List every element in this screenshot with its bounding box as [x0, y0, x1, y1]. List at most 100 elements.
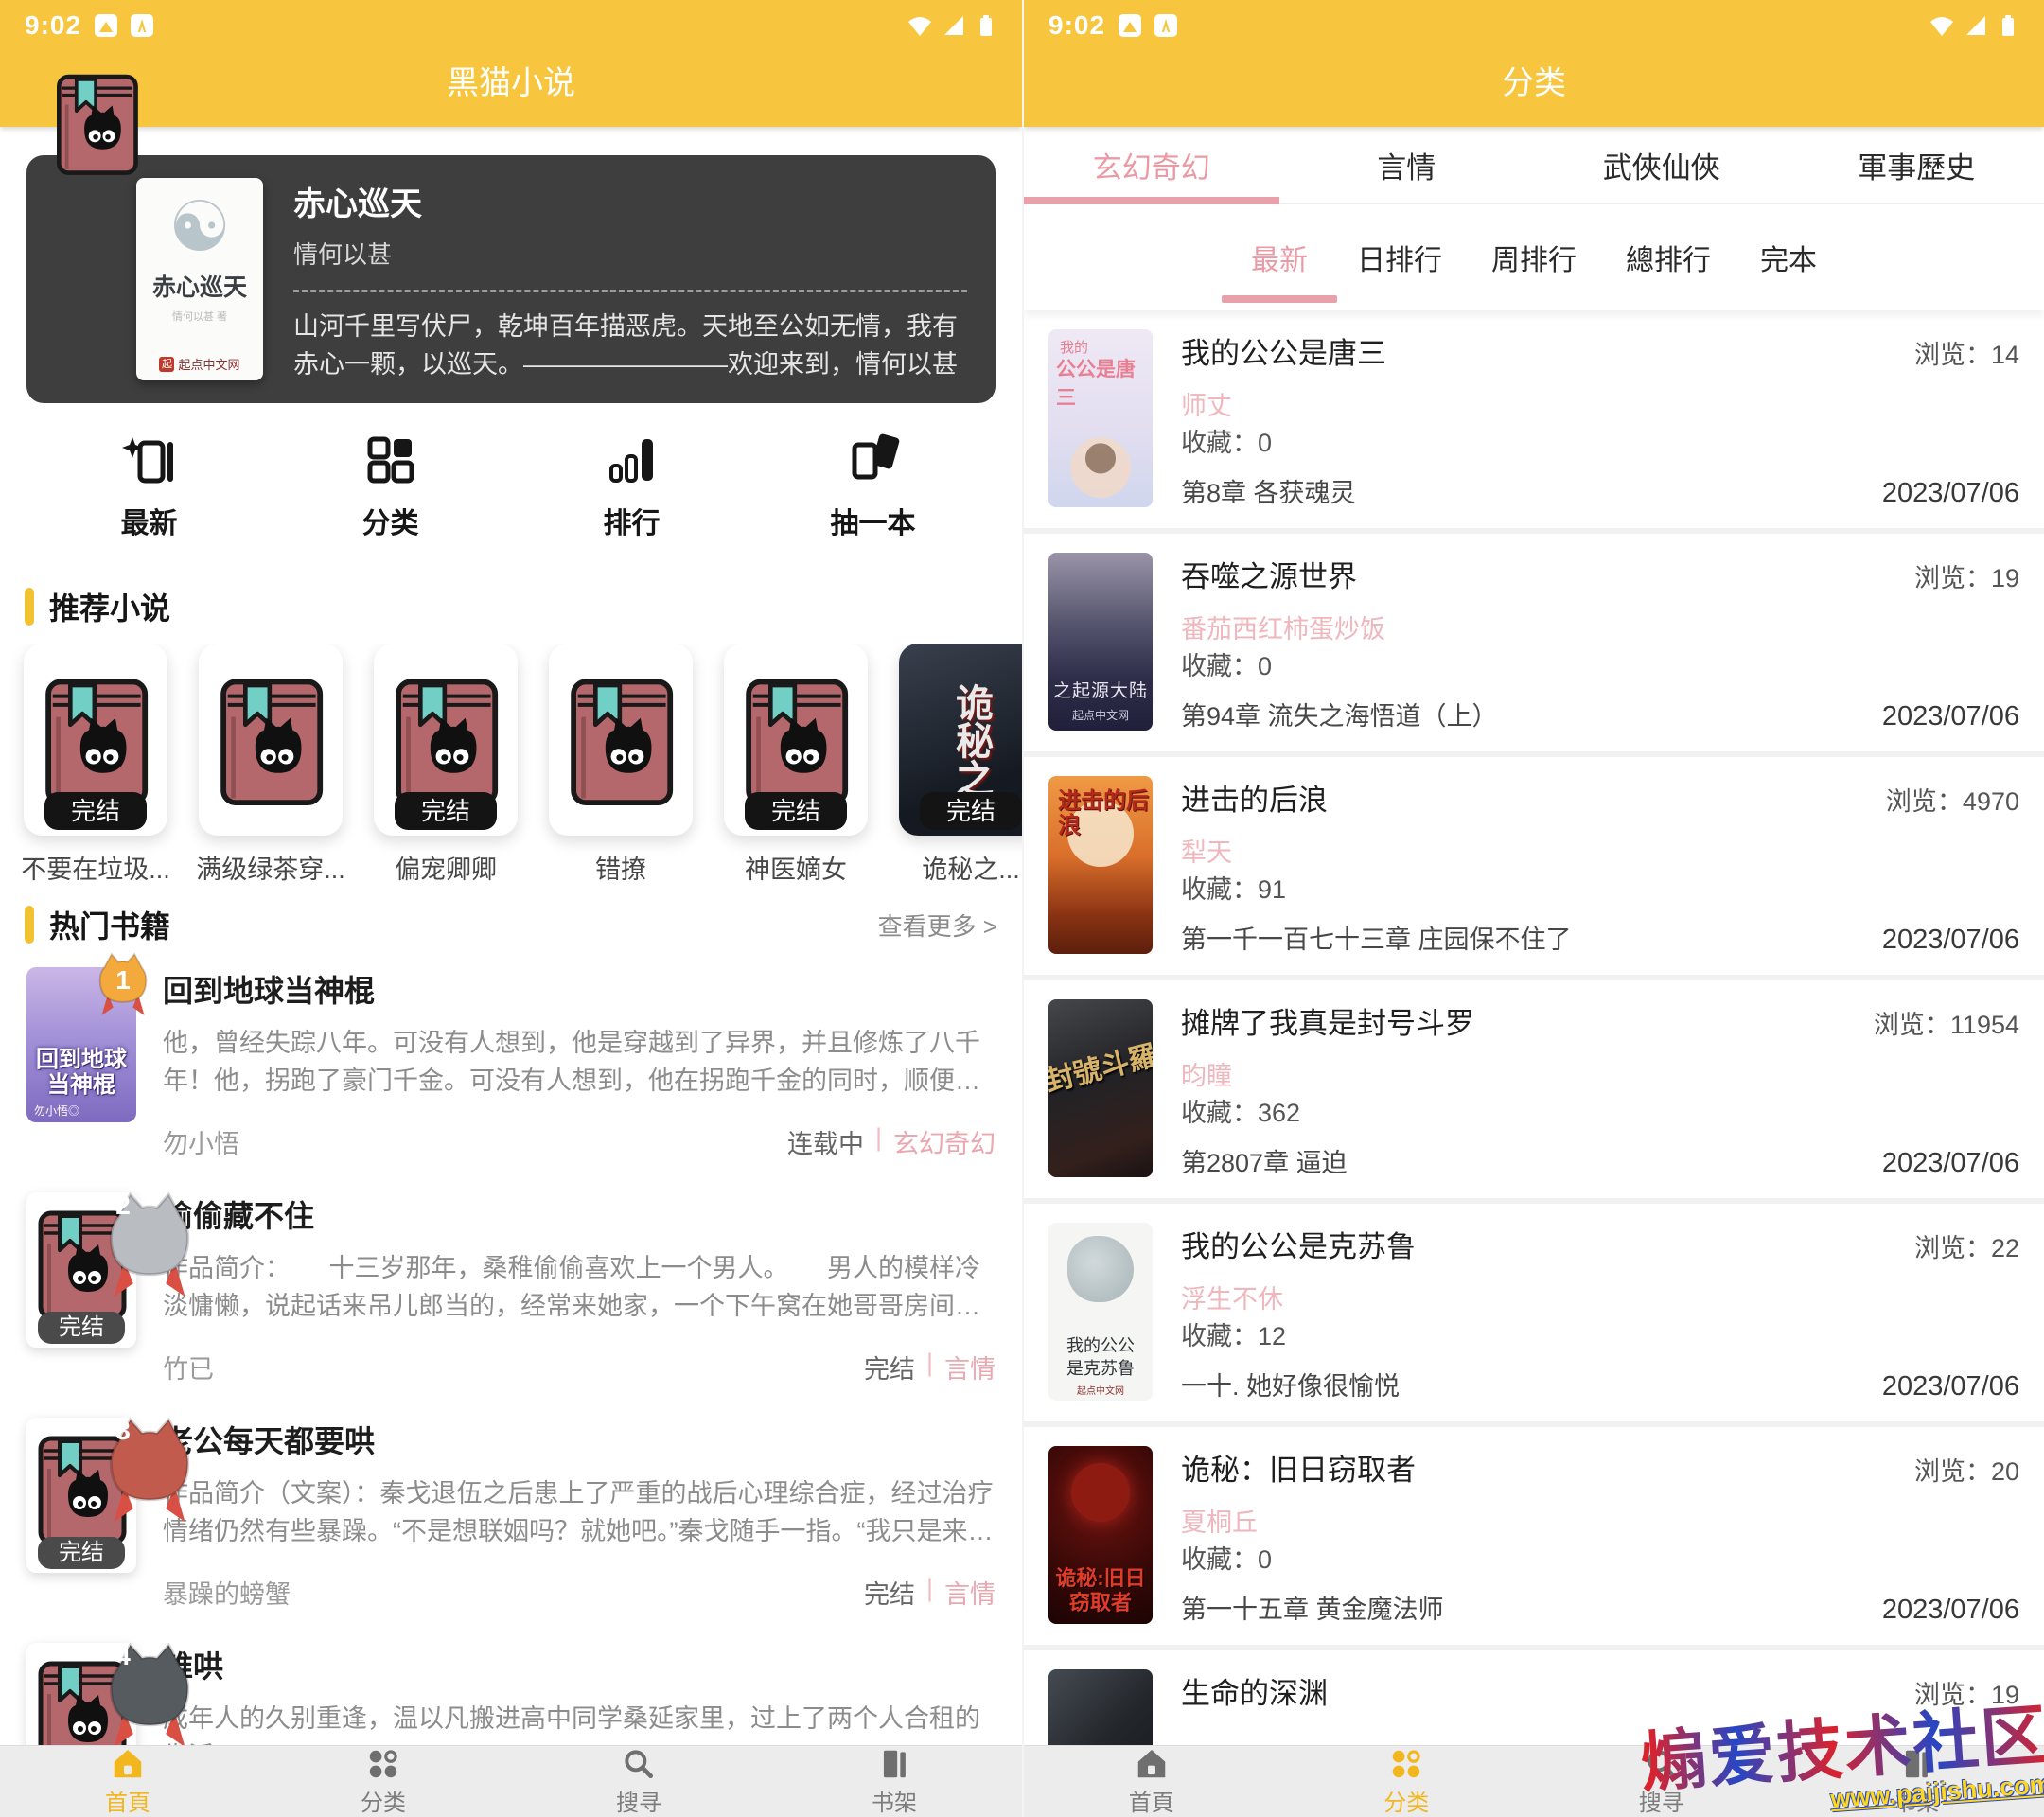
book-cover: 进击的后浪	[1048, 776, 1153, 954]
cat-book-icon	[391, 668, 501, 812]
serial-status: 连载中	[787, 1123, 864, 1160]
book-cover: 诡秘:旧日 窃取者	[1048, 1446, 1153, 1624]
rank-badge: 1	[95, 950, 151, 1020]
nav-home[interactable]: 首頁	[1024, 1746, 1279, 1817]
hot-book-row[interactable]: 完结 2 偷偷藏不住 作品简介： 十三岁那年，桑稚偷偷喜欢上一个男人。 男人的模…	[0, 1177, 1022, 1402]
subtab-finished[interactable]: 完本	[1760, 237, 1817, 278]
latest-chapter: 第一千一百七十三章 庄园保不住了	[1181, 919, 1867, 956]
recommend-book[interactable]: 完结 偏宠卿卿	[374, 644, 518, 886]
book-title: 满级绿茶穿...	[196, 849, 345, 886]
quicknav-label: 分类	[362, 500, 419, 541]
book-cover: 完结	[24, 644, 167, 836]
recommend-book[interactable]: 完结 不要在垃圾...	[24, 644, 167, 886]
recommend-book[interactable]: 完结 神医嫡女	[724, 644, 868, 886]
book-title: 摊牌了我真是封号斗罗	[1181, 999, 1857, 1042]
status-bar: 9:02	[1024, 0, 2044, 44]
book-author: 勿小悟	[163, 1123, 239, 1160]
book-row[interactable]: 我的 公公是唐三 我的公公是唐三 浏览：14 师丈 收藏：0 第8章 各获魂灵 …	[1024, 310, 2044, 528]
cover-line: 我的公公	[1048, 1332, 1153, 1357]
tab-yanqing[interactable]: 言情	[1279, 127, 1535, 203]
nav-label: 搜寻	[616, 1784, 661, 1817]
book-row[interactable]: 封號斗羅 摊牌了我真是封号斗罗 浏览：11954 昀瞳 收藏：362 第2807…	[1024, 975, 2044, 1198]
cover-line: 封號斗羅	[1048, 1032, 1153, 1100]
nav-label: 搜寻	[1639, 1784, 1684, 1817]
quicknav-label: 抽一本	[831, 500, 916, 541]
cat-book-icon	[566, 668, 676, 812]
book-row[interactable]: 诡秘:旧日 窃取者 诡秘：旧日窃取者 浏览：20 夏桐丘 收藏：0 第一十五章 …	[1024, 1421, 2044, 1645]
rank-number: 3	[95, 1416, 151, 1446]
subtab-total[interactable]: 總排行	[1626, 237, 1711, 278]
book-row[interactable]: 之起源大陆 起点中文网 吞噬之源世界 浏览：19 番茄西红柿蛋炒饭 收藏：0 第…	[1024, 528, 2044, 751]
book-row[interactable]: 我的公公 是克苏鲁 起点中文网 我的公公是克苏鲁 浏览：22 浮生不休 收藏：1…	[1024, 1198, 2044, 1421]
cover-text: 回到地球 当神棍	[26, 1047, 136, 1098]
views-count: 浏览：4970	[1886, 781, 2019, 818]
views-count: 浏览：20	[1914, 1451, 2019, 1488]
category-dots-icon	[365, 1746, 401, 1782]
quicknav-category[interactable]: 分类	[310, 430, 471, 568]
cover-line: 是克苏鲁	[1048, 1355, 1153, 1380]
recommend-book[interactable]: 诡秘之 完结 诡秘之...	[899, 644, 1022, 886]
nav-bookshelf[interactable]: 书架	[1789, 1746, 2044, 1817]
views-count: 浏览：19	[1914, 1674, 2019, 1711]
quicknav-draw-one[interactable]: 抽一本	[793, 430, 954, 568]
book-cover: 诡秘之 完结	[899, 644, 1022, 836]
book-title: 进击的后浪	[1181, 776, 1869, 819]
bottom-nav: 首頁 分类 搜寻 书架	[1024, 1745, 2044, 1817]
book-row[interactable]: 进击的后浪 进击的后浪 浏览：4970 犁天 收藏：91 第一千一百七十三章 庄…	[1024, 751, 2044, 975]
tab-xuanhuan[interactable]: 玄幻奇幻	[1024, 127, 1279, 203]
recommend-book[interactable]: 错撩	[549, 644, 693, 886]
nav-category[interactable]: 分类	[1279, 1746, 1535, 1817]
draw-card-icon	[843, 430, 904, 490]
cat-book-icon	[41, 668, 150, 812]
rank-number: 4	[95, 1641, 151, 1671]
book-cover	[549, 644, 693, 836]
hot-book-row[interactable]: 回到地球 当神棍 勿小悟◎ 1 回到地球当神棍 他，曾经失踪八年。可没有人想到，…	[0, 952, 1022, 1177]
subtab-latest[interactable]: 最新	[1251, 237, 1308, 278]
page-title: 分类	[1024, 57, 2044, 103]
recommend-book[interactable]: 满级绿茶穿...	[199, 644, 343, 886]
subtab-daily[interactable]: 日排行	[1357, 237, 1442, 278]
latest-chapter: 一十. 她好像很愉悦	[1181, 1366, 1867, 1402]
cover-title: 赤心巡天	[152, 269, 247, 303]
book-title: 生命的深渊	[1181, 1669, 1897, 1712]
latest-chapter: 第8章 各获魂灵	[1181, 472, 1867, 509]
update-date: 2023/07/06	[1882, 478, 2019, 509]
status-badge: 完结	[745, 792, 847, 830]
book-category: 言情	[944, 1574, 996, 1611]
featured-title: 赤心巡天	[293, 178, 967, 224]
home-appbar: 9:02 黑猫小说	[0, 0, 1022, 127]
book-info: 诡秘：旧日窃取者 浏览：20 夏桐丘 收藏：0 第一十五章 黄金魔法师 2023…	[1181, 1446, 2019, 1626]
favorites-count: 收藏：0	[1181, 645, 2019, 682]
search-icon	[621, 1746, 657, 1782]
cover-text: 诡秘之	[943, 683, 998, 797]
book-cover: 回到地球 当神棍 勿小悟◎ 1	[26, 967, 136, 1122]
book-title: 诡秘：旧日窃取者	[1181, 1446, 1897, 1489]
book-author: 夏桐丘	[1181, 1502, 2019, 1539]
featured-book-card[interactable]: ☯ 赤心巡天 情何以甚 著 起 起点中文网 赤心巡天 情何以甚 山河千里写伏尸，…	[26, 155, 996, 403]
book-title: 偷偷藏不住	[163, 1192, 996, 1236]
book-title: 错撩	[595, 849, 646, 886]
featured-book-cover: ☯ 赤心巡天 情何以甚 著 起 起点中文网	[136, 178, 263, 380]
book-title: 吞噬之源世界	[1181, 553, 1897, 595]
dual-screenshot-stage: 9:02 黑猫小说 ☯ 赤心巡天 情何以甚 著 起 起点中文	[0, 0, 2044, 1817]
nav-bookshelf[interactable]: 书架	[766, 1746, 1022, 1817]
book-cover: 我的公公 是克苏鲁 起点中文网	[1048, 1223, 1153, 1401]
notification-icon	[95, 14, 117, 37]
quicknav-latest[interactable]: 最新	[69, 430, 230, 568]
subtab-weekly[interactable]: 周排行	[1491, 237, 1577, 278]
book-title: 我的公公是唐三	[1181, 329, 1897, 372]
hot-book-row[interactable]: 完结 3 老公每天都要哄 作品简介（文案）：秦戈退伍之后患上了严重的战后心理综合…	[0, 1402, 1022, 1628]
update-date: 2023/07/06	[1882, 925, 2019, 956]
nav-search[interactable]: 搜寻	[511, 1746, 766, 1817]
nav-category[interactable]: 分类	[256, 1746, 511, 1817]
nav-search[interactable]: 搜寻	[1534, 1746, 1789, 1817]
nav-home[interactable]: 首頁	[0, 1746, 256, 1817]
bookshelf-icon	[876, 1746, 912, 1782]
featured-book-info: 赤心巡天 情何以甚 山河千里写伏尸，乾坤百年描恶虎。天地至公如无情，我有赤心一颗…	[293, 178, 967, 380]
see-more-link[interactable]: 查看更多 >	[878, 908, 997, 943]
book-author: 师丈	[1181, 385, 2019, 422]
home-icon	[1134, 1746, 1170, 1782]
tab-wuxia[interactable]: 武俠仙俠	[1534, 127, 1789, 203]
tab-junshi[interactable]: 軍事歷史	[1789, 127, 2044, 203]
quicknav-ranking[interactable]: 排行	[552, 430, 713, 568]
